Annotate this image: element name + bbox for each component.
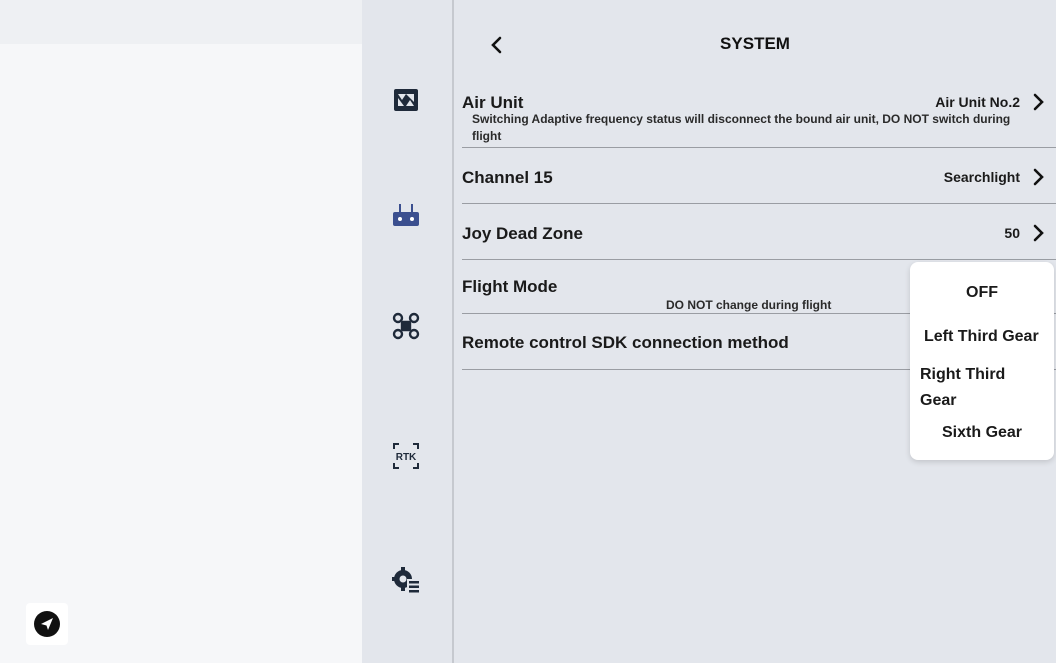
system-settings-icon[interactable] <box>386 560 426 600</box>
option-right-third-gear[interactable]: Right Third Gear <box>920 362 1024 414</box>
joy-dead-zone-row[interactable]: Joy Dead Zone 50 <box>462 204 1056 260</box>
option-off[interactable]: OFF <box>910 284 1054 302</box>
flight-mode-warning: DO NOT change during flight <box>666 298 832 312</box>
flight-mode-label: Flight Mode <box>462 277 558 296</box>
channel15-label: Channel 15 <box>462 168 553 187</box>
chevron-right-icon <box>1028 92 1048 112</box>
air-unit-row[interactable]: Air Unit Air Unit No.2 Switching Adaptiv… <box>462 90 1056 148</box>
chevron-right-icon <box>1028 167 1048 187</box>
channel15-value: Searchlight <box>943 169 1020 185</box>
chevron-right-icon <box>1028 223 1048 243</box>
send-icon <box>34 611 60 637</box>
joy-dead-zone-value: 50 <box>1004 225 1020 241</box>
camera-icon[interactable] <box>386 80 426 120</box>
air-unit-warning: Switching Adaptive frequency status will… <box>472 112 1011 143</box>
sdk-connection-label: Remote control SDK connection method <box>462 333 789 352</box>
drone-icon[interactable] <box>386 306 426 346</box>
air-unit-label: Air Unit <box>462 93 524 112</box>
option-sixth-gear[interactable]: Sixth Gear <box>942 424 1022 442</box>
map-panel <box>0 0 362 663</box>
send-button[interactable] <box>26 603 68 645</box>
header: SYSTEM <box>454 28 1056 62</box>
settings-nav: RTK <box>362 0 452 663</box>
remote-controller-icon[interactable] <box>386 196 426 236</box>
air-unit-value: Air Unit No.2 <box>935 94 1020 110</box>
left-top-bar <box>0 0 362 44</box>
flight-mode-dropdown: OFF Left Third Gear Right Third Gear Six… <box>910 262 1054 460</box>
rtk-label: RTK <box>396 452 417 463</box>
option-left-third-gear[interactable]: Left Third Gear <box>924 328 1039 346</box>
channel15-row[interactable]: Channel 15 Searchlight <box>462 148 1056 204</box>
page-title: SYSTEM <box>720 34 790 53</box>
rtk-icon[interactable]: RTK <box>386 436 426 476</box>
joy-dead-zone-label: Joy Dead Zone <box>462 224 583 243</box>
